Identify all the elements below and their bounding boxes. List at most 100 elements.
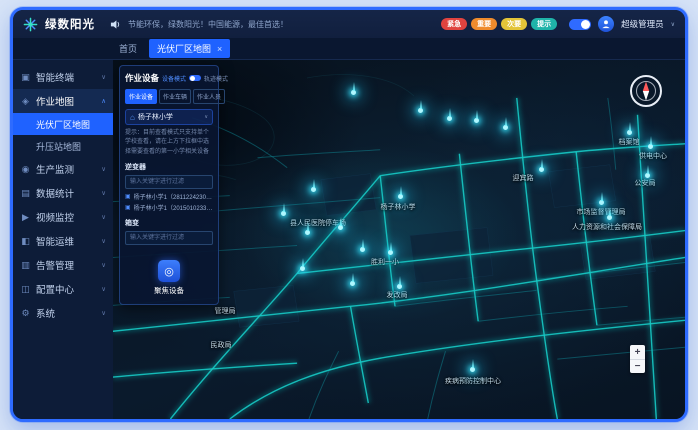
chevron-up-icon: ∧: [101, 97, 106, 105]
sidebar-item-booster-station-map[interactable]: 升压站地图: [13, 135, 113, 157]
map-canvas[interactable]: 档案馆 供电中心 迎宾路 公安局 杨子林小学 县人民医院停车场 市场监督管理局 …: [113, 60, 685, 419]
device-marker-icon[interactable]: [360, 247, 365, 252]
zoom-out-button[interactable]: −: [630, 359, 645, 373]
chevron-down-icon: ∨: [101, 261, 106, 269]
panel-header: 作业设备 设备模式 轨迹模式: [125, 72, 213, 84]
chevron-down-icon: ∨: [101, 73, 106, 81]
device-marker-icon[interactable]: [397, 284, 402, 289]
sidebar-child-label: 光伏厂区地图: [36, 118, 90, 131]
device-marker-icon[interactable]: [350, 281, 355, 286]
tab-close-icon[interactable]: ×: [217, 44, 222, 54]
sidebar-item-pv-plant-map[interactable]: 光伏厂区地图: [13, 113, 113, 135]
tab-pv-map-label: 光伏厂区地图: [157, 42, 211, 55]
focus-device-icon: ◎: [158, 260, 180, 282]
tab-bar: 首页 光伏厂区地图 ×: [13, 38, 685, 60]
panel-tabs: 作业设备 作业车辆 作业人员: [125, 89, 213, 104]
sidebar-item-video-surveillance[interactable]: ▶ 视频监控 ∨: [13, 205, 113, 229]
statistics-icon: ▤: [20, 188, 31, 199]
sidebar-item-label: 作业地图: [36, 94, 74, 108]
alarm-badge[interactable]: 提示: [531, 18, 557, 30]
panel-title: 作业设备: [125, 72, 159, 84]
device-marker-icon[interactable]: [281, 211, 286, 216]
gear-icon: ⚙: [20, 308, 31, 319]
device-marker-icon[interactable]: [470, 367, 475, 372]
app-window: 绿数阳光 节能环保，绿数阳光！中国能源，最佳首选！ 紧急 重要 次要: [10, 7, 688, 422]
box-transformer-section-title: 箱变: [125, 218, 213, 228]
header-toggle[interactable]: [569, 19, 591, 30]
device-marker-icon[interactable]: [398, 194, 403, 199]
alarm-badge[interactable]: 重要: [471, 18, 497, 30]
device-marker-icon[interactable]: [351, 90, 356, 95]
focus-device-label: 聚焦设备: [154, 285, 184, 296]
user-name[interactable]: 超级管理员: [621, 18, 664, 30]
sidebar-item-alarm-management[interactable]: ▥ 告警管理 ∨: [13, 253, 113, 277]
device-marker-icon[interactable]: [447, 116, 452, 121]
sidebar-item-label: 数据统计: [36, 186, 74, 200]
terminal-icon: ▣: [20, 72, 31, 83]
tab-home[interactable]: 首页: [119, 42, 137, 55]
sidebar-item-smart-terminal[interactable]: ▣ 智能终端 ∨: [13, 65, 113, 89]
panel-tab-vehicles[interactable]: 作业车辆: [159, 89, 191, 104]
device-marker-icon[interactable]: [627, 130, 632, 135]
alarm-badge-label: 紧急: [447, 19, 461, 29]
school-dropdown[interactable]: ⌂ 杨子林小学 ∨: [125, 109, 213, 125]
sidebar-item-label: 生产监测: [36, 162, 74, 176]
inverter-filter-input[interactable]: [125, 175, 213, 189]
app-title: 绿数阳光: [45, 16, 95, 32]
sidebar-item-production-monitor[interactable]: ◉ 生产监测 ∨: [13, 157, 113, 181]
sidebar-item-data-statistics[interactable]: ▤ 数据统计 ∨: [13, 181, 113, 205]
toggle-knob: [581, 20, 590, 29]
sidebar-item-label: 视频监控: [36, 210, 74, 224]
panel-tab-people[interactable]: 作业人员: [193, 89, 225, 104]
focus-device-button[interactable]: ◎ 聚焦设备: [125, 260, 213, 298]
zoom-in-button[interactable]: +: [630, 345, 645, 359]
device-panel: 作业设备 设备模式 轨迹模式 作业设备 作业车辆 作业人员 ⌂ 杨子林小学 ∨ …: [119, 65, 219, 305]
school-dropdown-value: 杨子林小学: [138, 112, 201, 122]
sidebar-item-smart-ops[interactable]: ◧ 智能运维 ∨: [13, 229, 113, 253]
device-marker-icon[interactable]: [607, 215, 612, 220]
mode-switch[interactable]: [189, 75, 201, 81]
device-mode-label[interactable]: 设备模式: [162, 74, 186, 83]
device-marker-icon[interactable]: [474, 118, 479, 123]
inverter-list-item[interactable]: ▣ 杨子林小学1（2015010233729564…）: [125, 202, 213, 213]
alarm-badge-label: 次要: [507, 19, 521, 29]
sidebar-item-system[interactable]: ⚙ 系统 ∨: [13, 301, 113, 325]
mode-switch-knob: [190, 76, 195, 81]
device-marker-icon[interactable]: [305, 230, 310, 235]
sidebar-item-work-map[interactable]: ◈ 作业地图 ∧: [13, 89, 113, 113]
chevron-down-icon: ∨: [101, 309, 106, 317]
device-marker-icon[interactable]: [503, 125, 508, 130]
monitor-icon: ◉: [20, 164, 31, 175]
box-transformer-filter-input[interactable]: [125, 231, 213, 245]
device-marker-icon[interactable]: [539, 167, 544, 172]
chevron-down-icon: ∨: [101, 165, 106, 173]
track-mode-label[interactable]: 轨迹模式: [204, 74, 228, 83]
device-marker-icon[interactable]: [645, 173, 650, 178]
alarm-icon: ▥: [20, 260, 31, 271]
device-marker-icon[interactable]: [311, 187, 316, 192]
device-marker-icon[interactable]: [418, 108, 423, 113]
sidebar-item-config-center[interactable]: ◫ 配置中心 ∨: [13, 277, 113, 301]
user-caret-icon: ∨: [671, 21, 675, 28]
compass-control[interactable]: [629, 74, 663, 113]
panel-hint-text: 提示：目前查看模式只支持单个学校查看，请在上方下拉框中选择需要查看的第一小学相关…: [125, 129, 213, 157]
alarm-badge[interactable]: 次要: [501, 18, 527, 30]
chevron-down-icon: ∨: [101, 285, 106, 293]
app-header: 绿数阳光 节能环保，绿数阳光！中国能源，最佳首选！ 紧急 重要 次要: [13, 10, 685, 38]
zoom-control: + −: [630, 345, 645, 373]
panel-tab-devices[interactable]: 作业设备: [125, 89, 157, 104]
device-marker-icon[interactable]: [648, 144, 653, 149]
chevron-down-icon: ∨: [101, 189, 106, 197]
device-marker-icon[interactable]: [388, 250, 393, 255]
device-marker-icon[interactable]: [599, 200, 604, 205]
sidebar-item-label: 智能终端: [36, 70, 74, 84]
alarm-badge[interactable]: 紧急: [441, 18, 467, 30]
inverter-list-item[interactable]: ▣ 杨子林小学1（28112242301301145…）: [125, 191, 213, 202]
user-avatar[interactable]: [598, 16, 614, 32]
config-icon: ◫: [20, 284, 31, 295]
device-marker-icon[interactable]: [300, 266, 305, 271]
device-icon: ▣: [125, 193, 131, 200]
tab-pv-map[interactable]: 光伏厂区地图 ×: [149, 39, 230, 58]
device-marker-icon[interactable]: [338, 225, 343, 230]
inverter-list: ▣ 杨子林小学1（28112242301301145…） ▣ 杨子林小学1（20…: [125, 191, 213, 213]
